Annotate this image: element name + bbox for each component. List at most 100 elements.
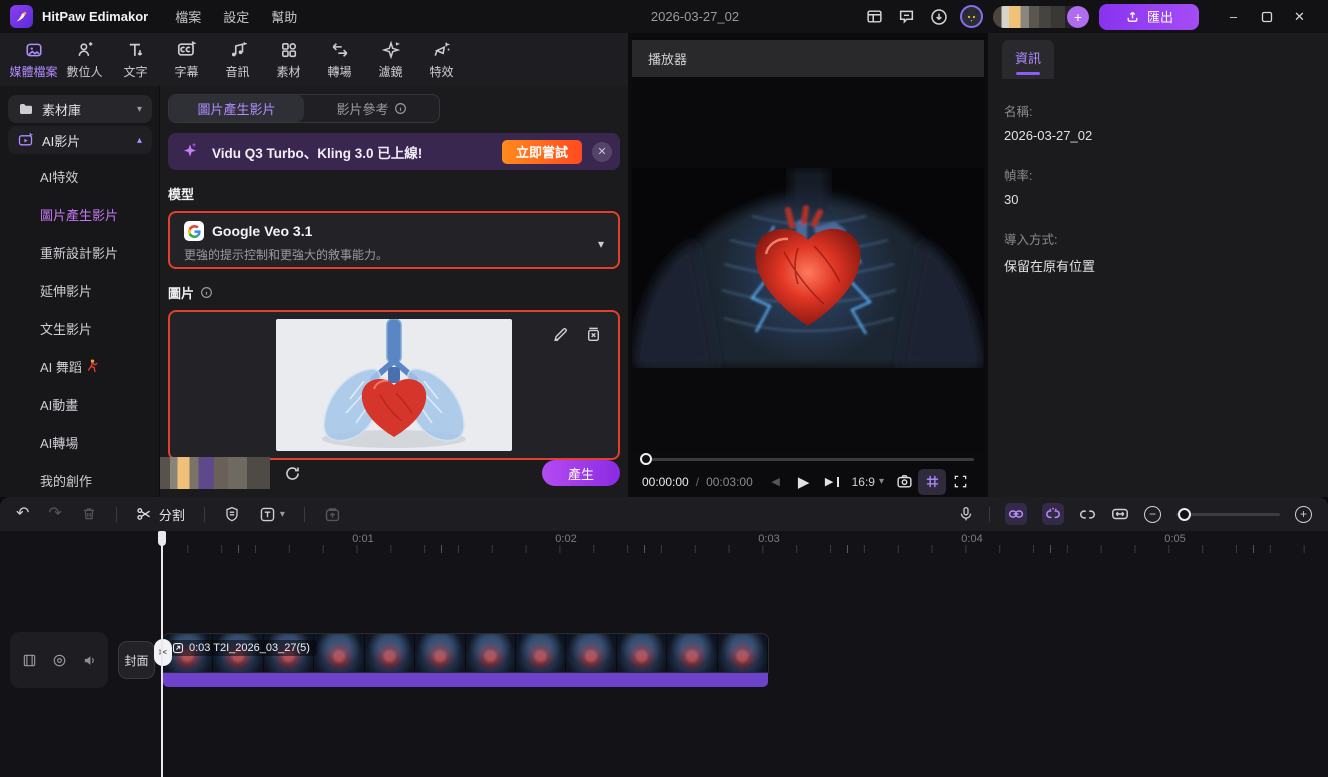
banner-close-icon[interactable]: ✕ [592, 141, 612, 162]
sidebar-item-ai-transition[interactable]: AI轉場 [0, 423, 159, 461]
chevron-down-icon: ▾ [279, 508, 285, 520]
tool-transition[interactable]: 轉場 [316, 40, 363, 80]
clip-audio-strip[interactable] [163, 672, 768, 687]
magnet-snap-icon[interactable] [1042, 503, 1064, 525]
maximize-button[interactable] [1250, 0, 1283, 33]
sidebar-item-extend-video[interactable]: 延伸影片 [0, 271, 159, 309]
split-button[interactable]: 分割 [136, 505, 185, 524]
filter-icon [381, 40, 400, 60]
timeline-clip[interactable]: ✂ 0:03 T2I_2026_03_27(5) [154, 633, 769, 687]
user-avatar[interactable] [959, 5, 983, 28]
seek-knob[interactable] [640, 453, 652, 465]
sidebar-item-label: 文生影片 [40, 321, 93, 337]
tool-text[interactable]: 文字 [112, 40, 159, 80]
left-panel: 媒體檔案 數位人 文字 字幕 音訊 素材 轉場 濾鏡 特效 素材庫 ▾ AI影片… [0, 33, 628, 497]
sidebar-item-image-to-video[interactable]: 圖片產生影片 [0, 195, 159, 233]
info-field-import-mode: 導入方式: 保留在原有位置 [1004, 229, 1328, 275]
seek-track[interactable] [642, 458, 974, 461]
generate-button[interactable]: 產生 [541, 460, 620, 486]
tool-media[interactable]: 媒體檔案 [9, 40, 58, 80]
sidebar-item-text-to-video[interactable]: 文生影片 [0, 309, 159, 347]
feedback-icon[interactable] [896, 6, 918, 28]
text-tool-button[interactable]: ▾ [259, 506, 285, 523]
fullscreen-button[interactable] [946, 469, 974, 495]
download-icon[interactable] [928, 6, 950, 28]
sidebar-item-label: 圖片產生影片 [40, 207, 119, 223]
sidebar-group-library[interactable]: 素材庫 ▾ [8, 95, 152, 123]
link-clips-icon[interactable] [1005, 503, 1027, 525]
export-button[interactable]: 匯出 [1098, 3, 1199, 30]
add-credits-button[interactable]: + [1066, 5, 1089, 28]
marker-icon[interactable] [224, 506, 240, 522]
stickers-icon [280, 40, 298, 60]
scissors-icon [136, 506, 152, 522]
sidebar-item-label: AI動畫 [40, 397, 79, 413]
playhead[interactable] [161, 531, 163, 777]
sidebar-item-my-creations[interactable]: 我的創作 [0, 461, 159, 499]
clip-thumb-frame [364, 634, 416, 672]
zoom-out-button[interactable]: − [1144, 505, 1161, 523]
tool-audio[interactable]: 音訊 [214, 40, 261, 80]
tab-video-reference[interactable]: 影片參考 [304, 95, 439, 122]
delete-button[interactable] [81, 506, 97, 522]
tool-filter[interactable]: 濾鏡 [367, 40, 414, 80]
layout-icon[interactable] [864, 6, 886, 28]
reference-image-box[interactable] [168, 310, 620, 460]
model-selector[interactable]: Google Veo 3.1 更強的提示控制和更強大的敘事能力。 ▾ [168, 211, 620, 269]
tab-info[interactable]: 資訊 [1002, 40, 1055, 79]
model-caret-icon[interactable]: ▾ [598, 237, 604, 251]
sidebar-item-ai-animation[interactable]: AI動畫 [0, 385, 159, 423]
tab-image-to-video[interactable]: 圖片產生影片 [169, 95, 304, 122]
edit-toolbar: ↶ ↷ 分割 ▾ − + [0, 497, 1328, 531]
player-stage[interactable] [632, 77, 984, 452]
grid-toggle-button[interactable] [918, 468, 946, 495]
media-toolbar: 媒體檔案 數位人 文字 字幕 音訊 素材 轉場 濾鏡 特效 [0, 33, 628, 86]
sidebar-item-redesign-video[interactable]: 重新設計影片 [0, 233, 159, 271]
track-film-icon[interactable] [22, 653, 37, 668]
tool-stickers[interactable]: 素材 [265, 40, 312, 80]
snapshot-button[interactable] [890, 469, 918, 495]
tool-digital-human[interactable]: 數位人 [61, 40, 108, 80]
timeline-zoom-slider[interactable] [1176, 507, 1280, 521]
edit-image-icon[interactable] [552, 326, 569, 343]
playhead-handle[interactable] [158, 531, 166, 546]
minimize-button[interactable]: – [1217, 0, 1250, 33]
tool-subtitle[interactable]: 字幕 [163, 40, 210, 80]
cover-button[interactable]: 封面 [118, 641, 155, 679]
generator-tabs: 圖片產生影片 影片參考 [168, 94, 440, 123]
unlink-clips-icon[interactable] [1079, 506, 1096, 523]
export-frame-icon[interactable] [324, 506, 341, 523]
timeline[interactable]: 0:01 0:02 0:03 0:04 0:05 封面 ✂ 0:03 T2I_2026_… [0, 531, 1328, 777]
delete-image-icon[interactable] [585, 326, 602, 343]
track-audio-icon[interactable] [82, 653, 97, 668]
fit-timeline-icon[interactable] [1111, 505, 1129, 523]
refresh-icon[interactable] [284, 465, 301, 482]
prev-frame-button[interactable]: ◀ [762, 469, 790, 495]
aspect-ratio-selector[interactable]: 16:9 ▾ [846, 475, 890, 489]
tool-label: 媒體檔案 [9, 64, 58, 79]
undo-button[interactable]: ↶ [16, 506, 29, 522]
next-frame-button[interactable]: ▶ [818, 469, 846, 495]
play-button[interactable]: ▶ [790, 469, 818, 495]
player-seekbar[interactable] [632, 452, 984, 466]
sidebar-item-ai-dance[interactable]: AI 舞蹈 [0, 347, 159, 385]
menu-help[interactable]: 幫助 [260, 7, 308, 26]
voiceover-mic-icon[interactable] [958, 506, 974, 522]
close-button[interactable]: ✕ [1283, 0, 1316, 33]
sidebar-item-ai-effects[interactable]: AI特效 [0, 157, 159, 195]
redo-button[interactable]: ↷ [48, 506, 61, 522]
time-total: 00:03:00 [706, 474, 753, 489]
tool-label: 文字 [123, 64, 148, 79]
try-now-button[interactable]: 立即嘗試 [501, 139, 582, 164]
menu-settings[interactable]: 設定 [212, 7, 260, 26]
credits-pill[interactable]: + [992, 5, 1089, 28]
zoom-in-button[interactable]: + [1295, 505, 1312, 523]
sidebar-group-ai-video[interactable]: AI影片 ▴ [8, 126, 152, 154]
track-visibility-icon[interactable] [52, 653, 67, 668]
tool-effects[interactable]: 特效 [418, 40, 465, 80]
timeline-ruler[interactable]: 0:01 0:02 0:03 0:04 0:05 [0, 531, 1328, 553]
menu-file[interactable]: 檔案 [164, 7, 212, 26]
zoom-slider-knob[interactable] [1178, 507, 1191, 521]
clip-scissors-badge[interactable]: ✂ [154, 639, 172, 666]
promo-banner[interactable]: Vidu Q3 Turbo、Kling 3.0 已上線! 立即嘗試 ✕ [168, 133, 620, 170]
